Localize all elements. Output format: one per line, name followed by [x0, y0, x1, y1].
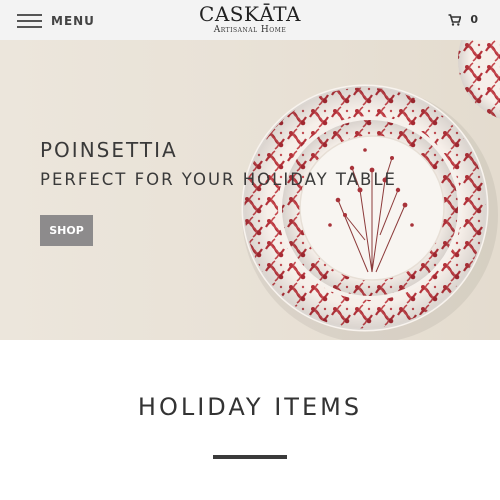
hero-title: POINSETTIA [40, 138, 178, 162]
cart-button[interactable]: 0 [448, 13, 478, 26]
logo-tagline: Artisanal Home [213, 25, 287, 35]
site-header: MENU CASKĀTA Artisanal Home 0 [0, 0, 500, 40]
logo-name: CASKĀTA [199, 2, 301, 26]
hero-banner[interactable]: POINSETTIA PERFECT FOR YOUR HOLIDAY TABL… [0, 40, 500, 340]
cart-count: 0 [470, 13, 478, 26]
cart-icon [448, 13, 462, 26]
poinsettia-plates-image [241, 40, 500, 340]
shop-button[interactable]: SHOP [40, 215, 93, 246]
section-divider [213, 455, 287, 459]
hero-subtitle: PERFECT FOR YOUR HOLIDAY TABLE [40, 170, 397, 189]
section-title: HOLIDAY ITEMS [137, 393, 363, 421]
brand-logo[interactable]: CASKĀTA Artisanal Home [0, 3, 500, 35]
